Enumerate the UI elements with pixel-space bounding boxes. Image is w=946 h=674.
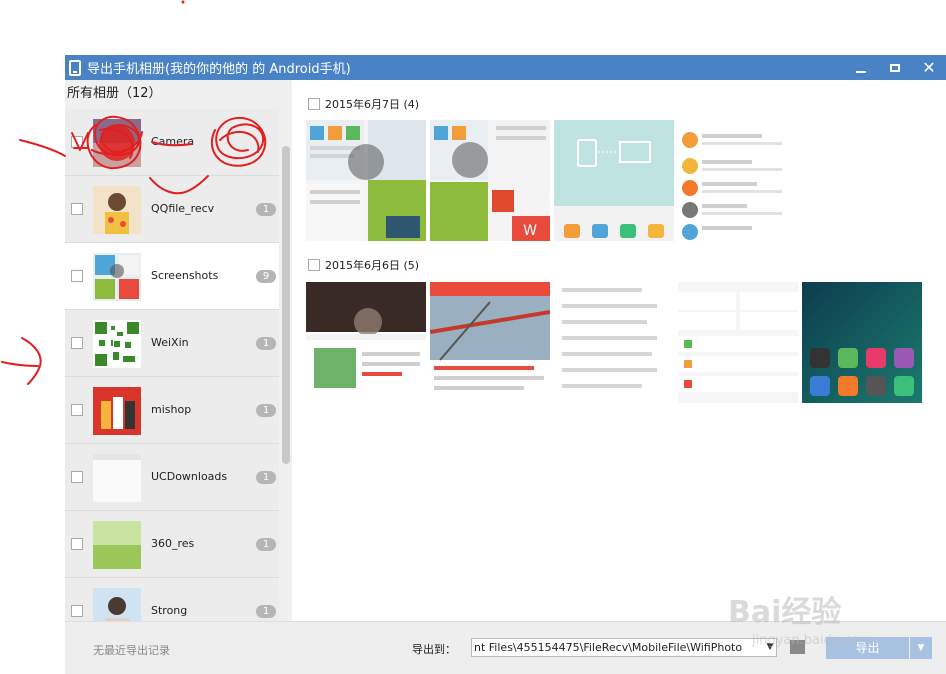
album-count-badge: 1 — [256, 404, 276, 417]
maximize-button[interactable] — [878, 55, 912, 80]
window-title: 导出手机相册(我的你的他的 的 Android手机) — [87, 62, 351, 77]
photo-area: 2015年6月7日 (4) W 2015年6月6日 (5) — [292, 80, 946, 621]
album-item[interactable]: WeiXin 1 — [65, 310, 279, 377]
date-group-label: 2015年6月7日 (4) — [325, 98, 420, 111]
album-name: 360_res — [151, 537, 195, 550]
album-name: UCDownloads — [151, 470, 228, 483]
export-to-label: 导出到： — [412, 643, 456, 656]
album-thumbnail — [93, 387, 141, 435]
export-photos-window: 导出手机相册(我的你的他的 的 Android手机) ✕ 所有相册（12） Ca… — [65, 55, 946, 674]
album-count-badge: 1 — [256, 203, 276, 216]
album-thumbnail — [93, 454, 141, 502]
date-group-checkbox[interactable] — [308, 259, 320, 271]
photo-thumbnail[interactable] — [678, 282, 798, 403]
close-icon: ✕ — [922, 57, 936, 77]
album-checkbox[interactable] — [71, 538, 83, 550]
photo-thumbnail[interactable] — [554, 282, 674, 403]
photo-row: W — [306, 120, 798, 241]
album-item[interactable]: QQfile_recv 1 — [65, 176, 279, 243]
date-group-header[interactable]: 2015年6月6日 (5) — [308, 257, 419, 273]
photo-thumbnail[interactable]: W — [430, 120, 550, 241]
album-count-badge: 1 — [256, 471, 276, 484]
minimize-button[interactable] — [844, 55, 878, 80]
album-checkbox[interactable] — [71, 337, 83, 349]
sidebar-scrollbar[interactable] — [282, 146, 290, 464]
album-thumbnail — [93, 521, 141, 569]
watermark-url: jingyan.baidu.com — [751, 633, 872, 648]
photo-thumbnail[interactable] — [430, 282, 550, 403]
album-item[interactable]: Camera — [65, 109, 279, 176]
album-name: WeiXin — [151, 336, 189, 349]
date-group-checkbox[interactable] — [308, 98, 320, 110]
photo-thumbnail[interactable] — [554, 120, 674, 241]
photo-row — [306, 282, 922, 403]
photo-thumbnail[interactable] — [306, 282, 426, 403]
date-group-label: 2015年6月6日 (5) — [325, 259, 420, 272]
album-item[interactable]: Screenshots 9 — [65, 243, 279, 310]
album-checkbox[interactable] — [71, 270, 83, 282]
close-button[interactable]: ✕ — [912, 55, 946, 80]
baidu-watermark: Bai经验 jingyan.baidu.com — [728, 590, 928, 650]
album-checkbox[interactable] — [71, 136, 83, 148]
album-name: mishop — [151, 403, 192, 416]
album-thumbnail — [93, 186, 141, 234]
photo-thumbnail[interactable] — [678, 120, 798, 241]
album-checkbox[interactable] — [71, 203, 83, 215]
minimize-icon — [856, 70, 866, 73]
album-item[interactable]: 360_res 1 — [65, 511, 279, 578]
album-name: Camera — [151, 135, 195, 148]
album-sidebar: 所有相册（12） Camera QQfile_recv 1 Screenshots 9 W… — [65, 80, 292, 645]
phone-icon — [69, 59, 81, 76]
maximize-icon — [890, 63, 900, 72]
album-checkbox[interactable] — [71, 404, 83, 416]
album-item[interactable]: mishop 1 — [65, 377, 279, 444]
album-name: Strong — [151, 604, 188, 617]
title-bar[interactable]: 导出手机相册(我的你的他的 的 Android手机) ✕ — [65, 55, 946, 80]
photo-thumbnail[interactable] — [802, 282, 922, 403]
photo-thumbnail[interactable] — [306, 120, 426, 241]
svg-text:W: W — [523, 223, 537, 239]
album-thumbnail — [93, 119, 141, 167]
album-thumbnail — [93, 253, 141, 301]
date-group-header[interactable]: 2015年6月7日 (4) — [308, 96, 419, 112]
album-checkbox[interactable] — [71, 471, 83, 483]
album-list: Camera QQfile_recv 1 Screenshots 9 WeiXin 1 mis… — [65, 109, 279, 645]
album-name: QQfile_recv — [151, 202, 215, 215]
album-item[interactable]: UCDownloads 1 — [65, 444, 279, 511]
export-history-text: 无最近导出记录 — [93, 644, 170, 657]
album-checkbox[interactable] — [71, 605, 83, 617]
album-thumbnail — [93, 320, 141, 368]
all-albums-header: 所有相册（12） — [67, 86, 162, 101]
watermark-logo-text: Bai经验 — [728, 595, 841, 630]
album-name: Screenshots — [151, 269, 219, 282]
album-count-badge: 1 — [256, 605, 276, 618]
album-count-badge: 1 — [256, 538, 276, 551]
album-count-badge: 9 — [256, 270, 276, 283]
album-count-badge: 1 — [256, 337, 276, 350]
